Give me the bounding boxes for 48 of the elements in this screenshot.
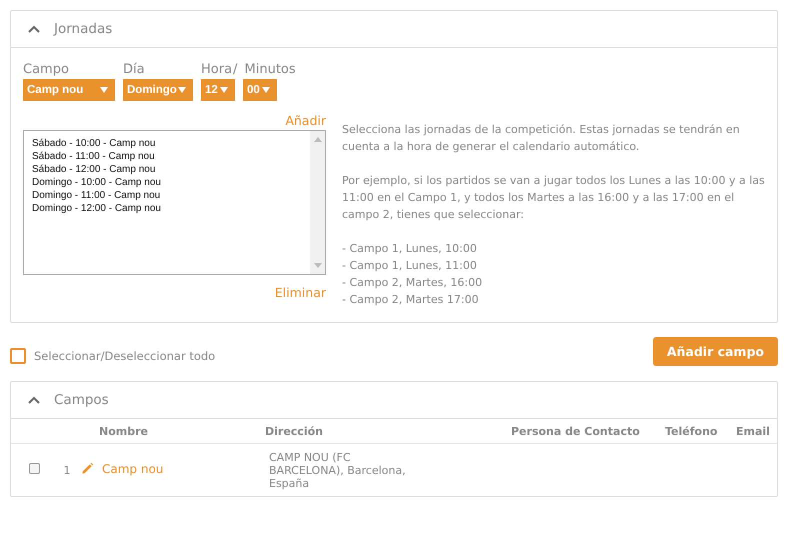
list-option[interactable]: Domingo - 11:00 - Camp nou <box>32 189 302 202</box>
dropdown-arrow-icon <box>262 87 270 93</box>
example-line: - Campo 2, Martes, 16:00 <box>342 275 484 291</box>
dropdown[interactable]: 12 <box>201 79 235 101</box>
pencil-icon[interactable] <box>81 462 94 476</box>
list-option[interactable]: Domingo - 10:00 - Camp nou <box>32 176 302 189</box>
field-label: Minutos <box>244 62 296 77</box>
help-paragraph: Selecciona las jornadas de la competición. Estas jornadas se tendrán en cuenta a la hora de generar el calendario automático. <box>342 122 741 155</box>
field-label: Campo <box>23 62 69 77</box>
dropdown[interactable]: Domingo <box>123 79 193 101</box>
address-text: CAMP NOU (FC BARCELONA), Barcelona, España <box>268 450 407 490</box>
example-line: - Campo 1, Lunes, 10:00 <box>342 241 478 257</box>
column-header: Persona de Contacto <box>511 424 640 438</box>
help-paragraph: Por ejemplo, si los partidos se van a jugar todos los Lunes a las 10:00 y a las 11:00 en el Campo 1, y todos los Martes a las 16:00 y a las 17:00 en el campo 2, tienes que seleccionar: <box>342 173 765 223</box>
row-checkbox[interactable] <box>28 463 40 474</box>
chevron-up-icon[interactable] <box>28 396 40 404</box>
column-header: Dirección <box>265 424 323 438</box>
list-option[interactable]: Sábado - 12:00 - Camp nou <box>32 163 302 176</box>
add-link[interactable]: Añadir <box>285 113 326 128</box>
select-all-checkbox[interactable] <box>10 348 26 364</box>
column-header: Nombre <box>99 424 148 438</box>
example-line: - Campo 1, Lunes, 11:00 <box>342 258 478 274</box>
field-label: Hora <box>201 62 232 77</box>
scrollbar[interactable] <box>310 131 325 274</box>
panel-title: Jornadas <box>54 21 112 37</box>
scroll-down-icon[interactable] <box>314 263 322 268</box>
list-option[interactable]: Sábado - 10:00 - Camp nou <box>32 137 302 150</box>
panel-title: Campos <box>54 392 109 408</box>
list-option[interactable]: Domingo - 12:00 - Camp nou <box>32 202 302 215</box>
add-field-button[interactable]: Añadir campo <box>652 337 778 366</box>
dropdown-arrow-icon <box>220 87 228 93</box>
jornadas-listbox[interactable]: Sábado - 10:00 - Camp nou Sábado - 11:00 - Camp nou Sábado - 12:00 - Camp nou Domingo - 10:00 - Camp nou Domingo - 11:00 - Camp nou Domingo - 12:00 - Camp nou <box>23 130 326 275</box>
dropdown-arrow-icon <box>100 87 108 93</box>
scroll-up-icon[interactable] <box>314 137 322 142</box>
field-name-link[interactable]: Camp nou <box>102 462 164 476</box>
example-line: - Campo 2, Martes 17:00 <box>342 292 480 308</box>
dropdown-arrow-icon <box>178 87 186 93</box>
column-header: Email <box>736 424 770 438</box>
column-header: Teléfono <box>665 424 718 438</box>
field-label: Día <box>123 62 145 77</box>
dropdown[interactable]: Camp nou <box>23 79 115 101</box>
chevron-up-icon[interactable] <box>28 25 40 33</box>
dropdown[interactable]: 00 <box>243 79 277 101</box>
select-all-label: Seleccionar/Deseleccionar todo <box>34 348 216 362</box>
list-option[interactable]: Sábado - 11:00 - Camp nou <box>32 150 302 163</box>
remove-link[interactable]: Eliminar <box>274 285 326 300</box>
row-number: 1 <box>64 464 70 476</box>
slash-separator: / <box>233 62 238 77</box>
